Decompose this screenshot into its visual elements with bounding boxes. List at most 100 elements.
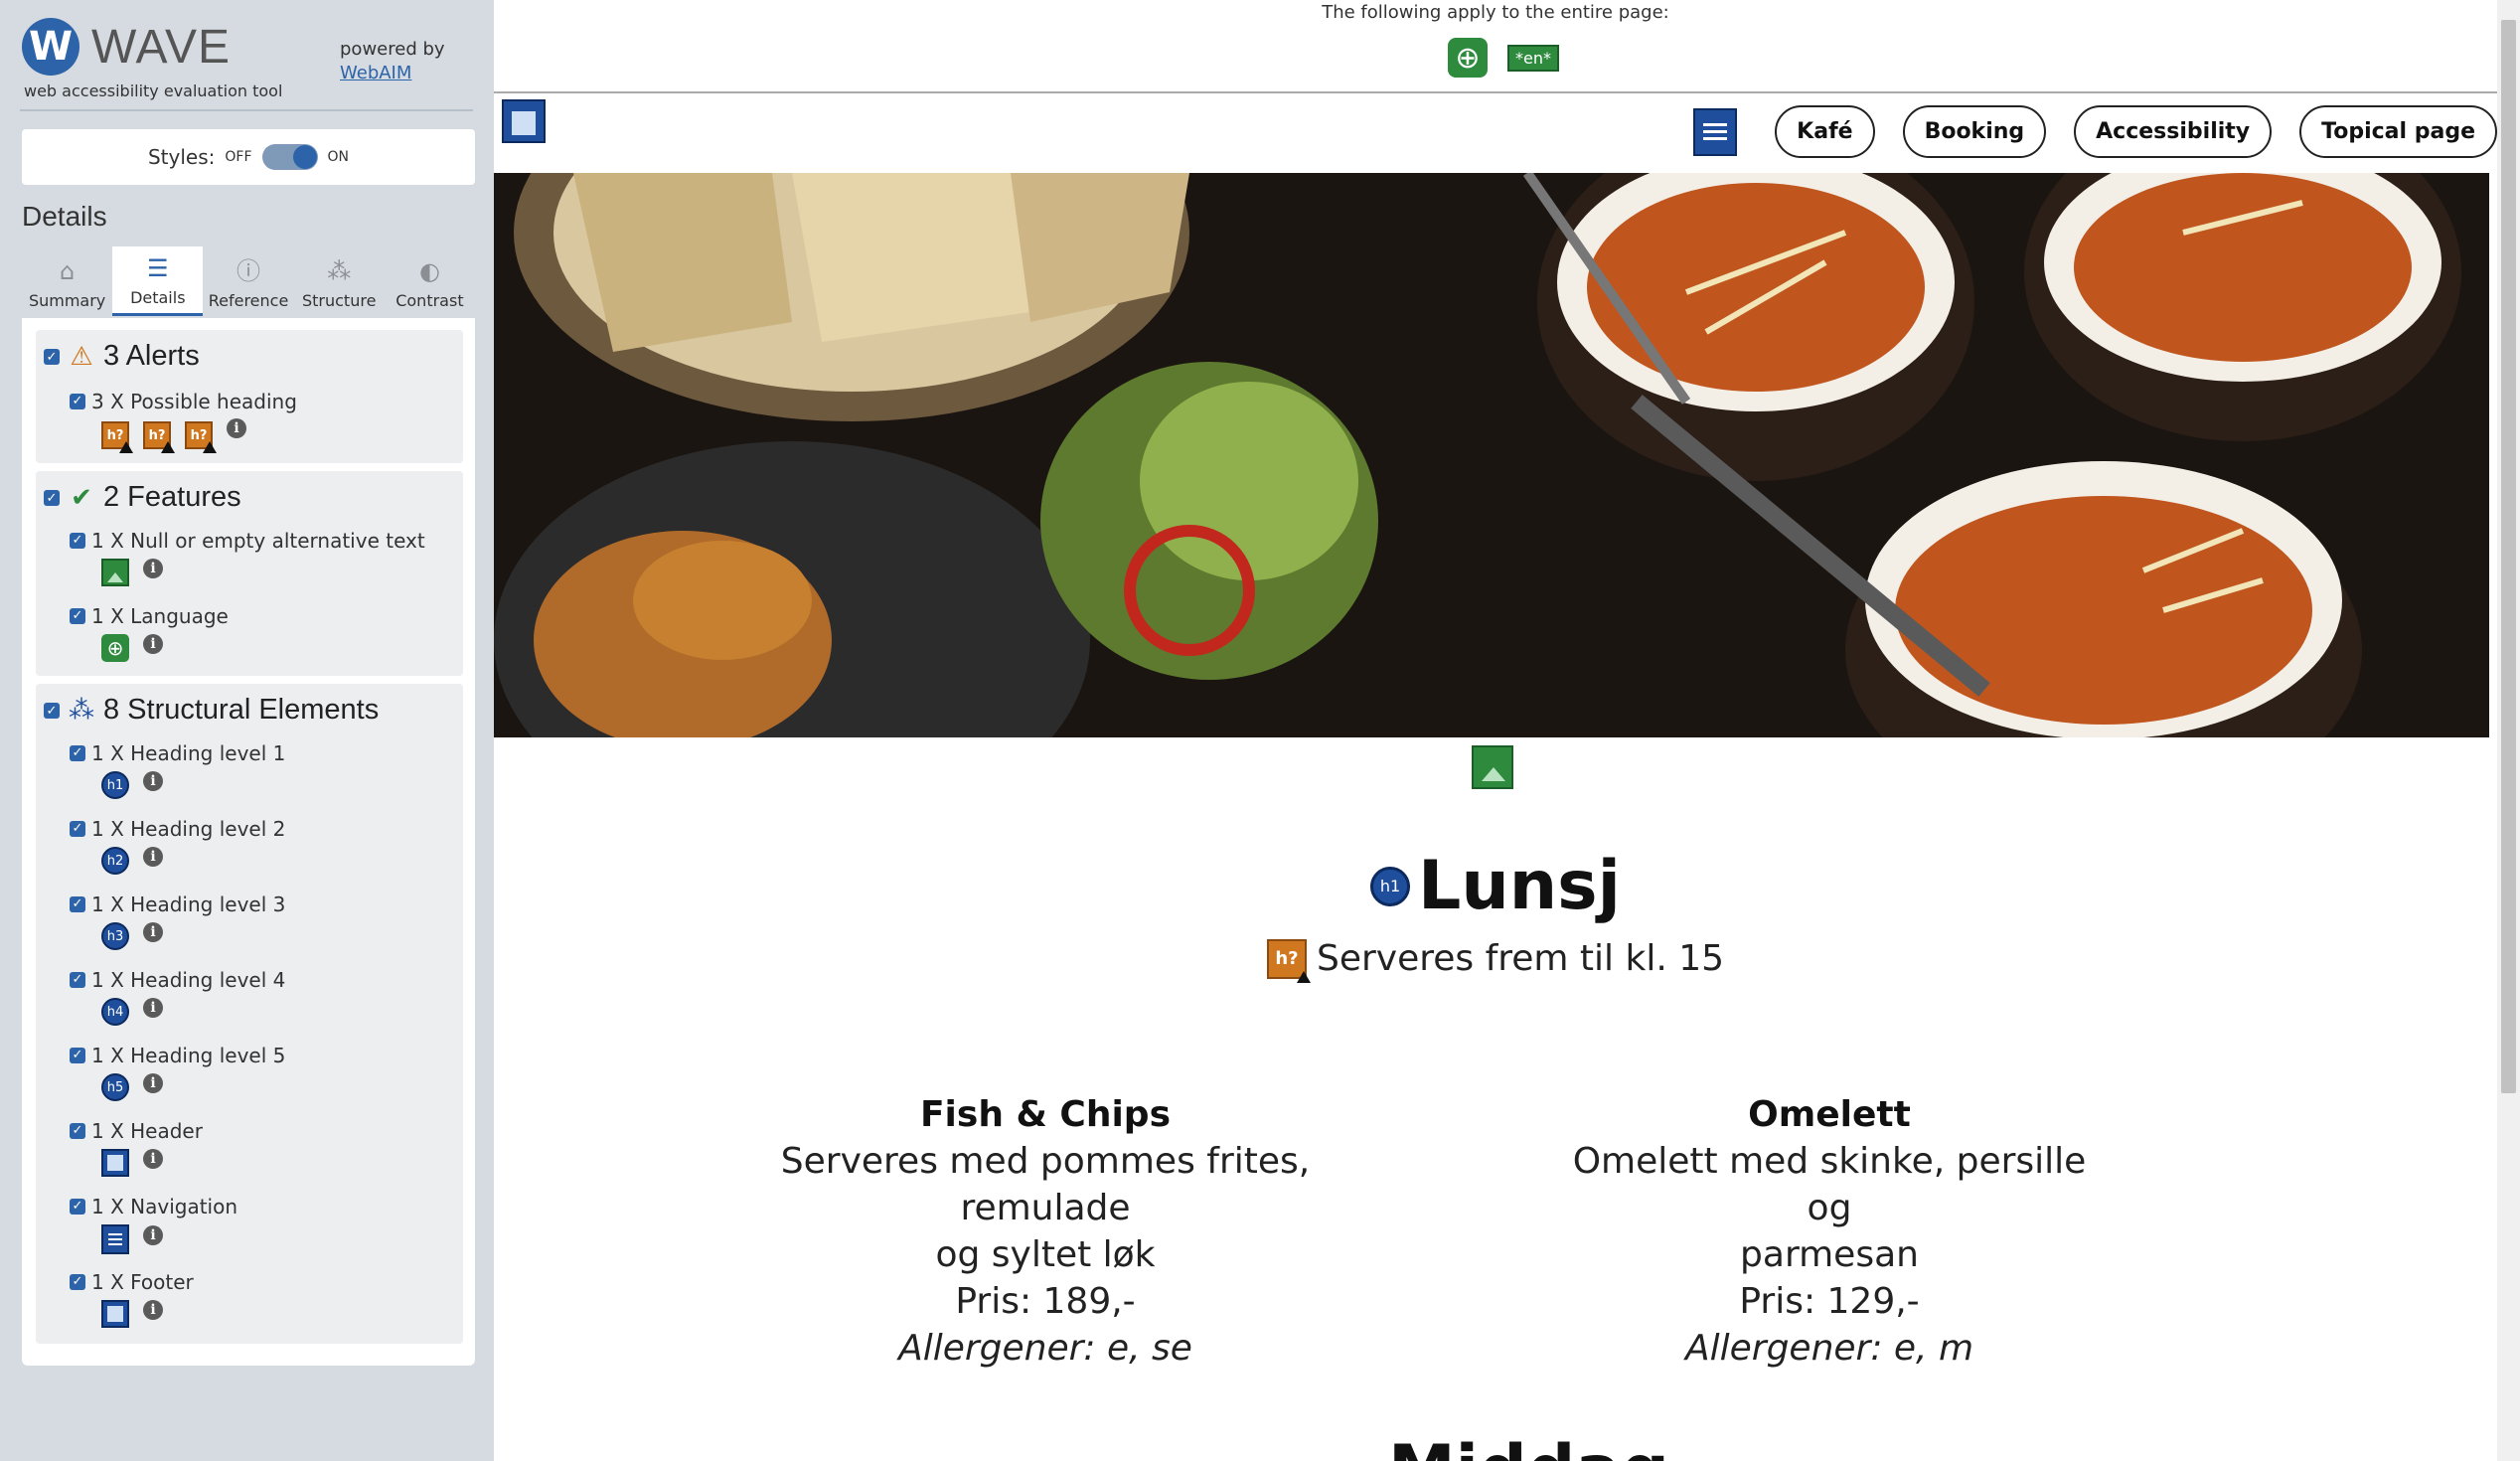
- heading-2-icons: h2 i: [101, 847, 163, 875]
- tab-summary[interactable]: ⌂ Summary: [22, 246, 112, 316]
- wave-sidebar: W WAVE web accessibility evaluation tool…: [0, 0, 494, 1461]
- tab-reference[interactable]: ⓘ Reference: [203, 246, 293, 316]
- nav-link-topical[interactable]: Topical page: [2299, 105, 2497, 158]
- footer-item[interactable]: ✓ 1 X Footer: [70, 1270, 194, 1294]
- header-item[interactable]: ✓ 1 X Header: [70, 1119, 203, 1143]
- scrollbar-thumb[interactable]: [2501, 20, 2516, 1093]
- powered-by: powered by WebAIM: [340, 38, 445, 85]
- info-icon[interactable]: i: [143, 634, 163, 654]
- info-icon[interactable]: i: [143, 922, 163, 942]
- info-icon[interactable]: i: [143, 998, 163, 1018]
- main-heading: h1 Lunsj: [494, 847, 2497, 925]
- features-checkbox[interactable]: ✓: [44, 489, 60, 506]
- item-checkbox[interactable]: ✓: [70, 1274, 85, 1290]
- tab-label: Structure: [301, 291, 377, 310]
- item-checkbox[interactable]: ✓: [70, 1199, 85, 1215]
- tab-contrast[interactable]: ◐ Contrast: [385, 246, 475, 316]
- item-checkbox[interactable]: ✓: [70, 394, 85, 409]
- heading-1-icon[interactable]: h1: [1370, 866, 1411, 906]
- item-checkbox[interactable]: ✓: [70, 533, 85, 549]
- vertical-scrollbar[interactable]: [2497, 0, 2520, 1461]
- info-icon[interactable]: i: [143, 559, 163, 578]
- language-item[interactable]: ✓ 1 X Language: [70, 604, 229, 628]
- header-landmark-icon[interactable]: [101, 1149, 129, 1177]
- info-icon[interactable]: i: [143, 1225, 163, 1245]
- menu-item-title: Omelett: [1748, 1094, 1911, 1135]
- item-checkbox[interactable]: ✓: [70, 608, 85, 624]
- heading-2-icon[interactable]: h2: [101, 847, 129, 875]
- info-icon: ⓘ: [236, 257, 260, 285]
- empty-alt-image-icon[interactable]: [1472, 745, 1513, 789]
- item-label: 1 X Header: [91, 1119, 203, 1143]
- heading-1-icon[interactable]: h1: [101, 771, 129, 799]
- globe-icon[interactable]: ⊕: [1448, 38, 1488, 78]
- check-circle-icon: ✔: [71, 482, 92, 512]
- null-alt-icons: i: [101, 559, 163, 586]
- details-heading: Details: [22, 201, 107, 232]
- heading-5-item[interactable]: ✓ 1 X Heading level 5: [70, 1044, 285, 1067]
- info-icon[interactable]: i: [227, 418, 246, 438]
- null-alt-item[interactable]: ✓ 1 X Null or empty alternative text: [70, 529, 425, 553]
- possible-heading-item[interactable]: ✓ 3 X Possible heading: [70, 390, 297, 413]
- styles-off-label: OFF: [225, 149, 252, 165]
- info-icon[interactable]: i: [143, 771, 163, 791]
- info-icon[interactable]: i: [143, 1073, 163, 1093]
- item-checkbox[interactable]: ✓: [70, 1123, 85, 1139]
- globe-icon[interactable]: ⊕: [101, 634, 129, 662]
- styles-on-label: ON: [327, 149, 350, 165]
- info-icon[interactable]: i: [143, 1300, 163, 1320]
- item-checkbox[interactable]: ✓: [70, 821, 85, 837]
- header-landmark-icon[interactable]: [502, 99, 546, 143]
- info-icon[interactable]: i: [143, 1149, 163, 1169]
- menu-item-allergens: Allergener: e, m: [1684, 1328, 1974, 1369]
- features-header[interactable]: ✓ ✔ 2 Features: [44, 481, 241, 514]
- possible-heading-icon[interactable]: h?: [1266, 938, 1311, 983]
- heading-3-item[interactable]: ✓ 1 X Heading level 3: [70, 893, 285, 916]
- navigation-landmark-icon[interactable]: [101, 1224, 129, 1254]
- alerts-header[interactable]: ✓ ⚠ 3 Alerts: [44, 340, 200, 373]
- possible-heading-icon[interactable]: h?: [143, 421, 175, 453]
- wave-logo[interactable]: W WAVE: [22, 18, 231, 76]
- item-label: 1 X Heading level 3: [91, 893, 286, 916]
- item-label: 1 X Heading level 4: [91, 968, 286, 992]
- footer-landmark-icon[interactable]: [101, 1300, 129, 1328]
- heading-3-icon[interactable]: h3: [101, 922, 129, 950]
- language-tag[interactable]: *en*: [1507, 44, 1559, 72]
- tab-structure[interactable]: ⁂ Structure: [294, 246, 385, 316]
- item-label: 1 X Language: [91, 604, 229, 628]
- item-checkbox[interactable]: ✓: [70, 896, 85, 912]
- navigation-item[interactable]: ✓ 1 X Navigation: [70, 1195, 237, 1218]
- language-icons: ⊕ i: [101, 634, 163, 662]
- heading-4-item[interactable]: ✓ 1 X Heading level 4: [70, 968, 285, 992]
- heading-5-icon[interactable]: h5: [101, 1073, 129, 1101]
- nav-link-booking[interactable]: Booking: [1902, 105, 2047, 158]
- navigation-landmark-icon[interactable]: [1693, 107, 1738, 156]
- alerts-checkbox[interactable]: ✓: [44, 348, 60, 365]
- features-title: 2 Features: [103, 481, 241, 513]
- menu-item-omelett: Omelett Omelett med skinke, persille og …: [1551, 1091, 2108, 1372]
- image-icon[interactable]: [101, 559, 129, 586]
- heading-1-item[interactable]: ✓ 1 X Heading level 1: [70, 741, 285, 765]
- possible-heading-icon[interactable]: h?: [185, 421, 217, 453]
- structure-icon: ⁂: [69, 695, 94, 725]
- warning-triangle: [119, 441, 133, 453]
- tab-details[interactable]: ☰ Details: [112, 246, 204, 316]
- nav-link-accessibility[interactable]: Accessibility: [2074, 105, 2273, 158]
- item-checkbox[interactable]: ✓: [70, 972, 85, 988]
- item-checkbox[interactable]: ✓: [70, 745, 85, 761]
- structure-checkbox[interactable]: ✓: [44, 702, 60, 719]
- home-icon: ⌂: [59, 257, 76, 285]
- possible-heading-icon[interactable]: h?: [101, 421, 133, 453]
- webaim-link[interactable]: WebAIM: [340, 63, 411, 83]
- heading-4-icon[interactable]: h4: [101, 998, 129, 1026]
- alert-icon: ⚠: [70, 341, 93, 371]
- nav-link-kafe[interactable]: Kafé: [1775, 105, 1875, 158]
- structure-header[interactable]: ✓ ⁂ 8 Structural Elements: [44, 694, 379, 727]
- badge-text: h?: [1275, 948, 1299, 969]
- heading-2-item[interactable]: ✓ 1 X Heading level 2: [70, 817, 285, 841]
- page-viewport: The following apply to the entire page: …: [494, 0, 2497, 1461]
- wave-logo-text: WAVE: [91, 20, 232, 74]
- styles-toggle[interactable]: [261, 144, 318, 170]
- item-checkbox[interactable]: ✓: [70, 1048, 85, 1063]
- info-icon[interactable]: i: [143, 847, 163, 867]
